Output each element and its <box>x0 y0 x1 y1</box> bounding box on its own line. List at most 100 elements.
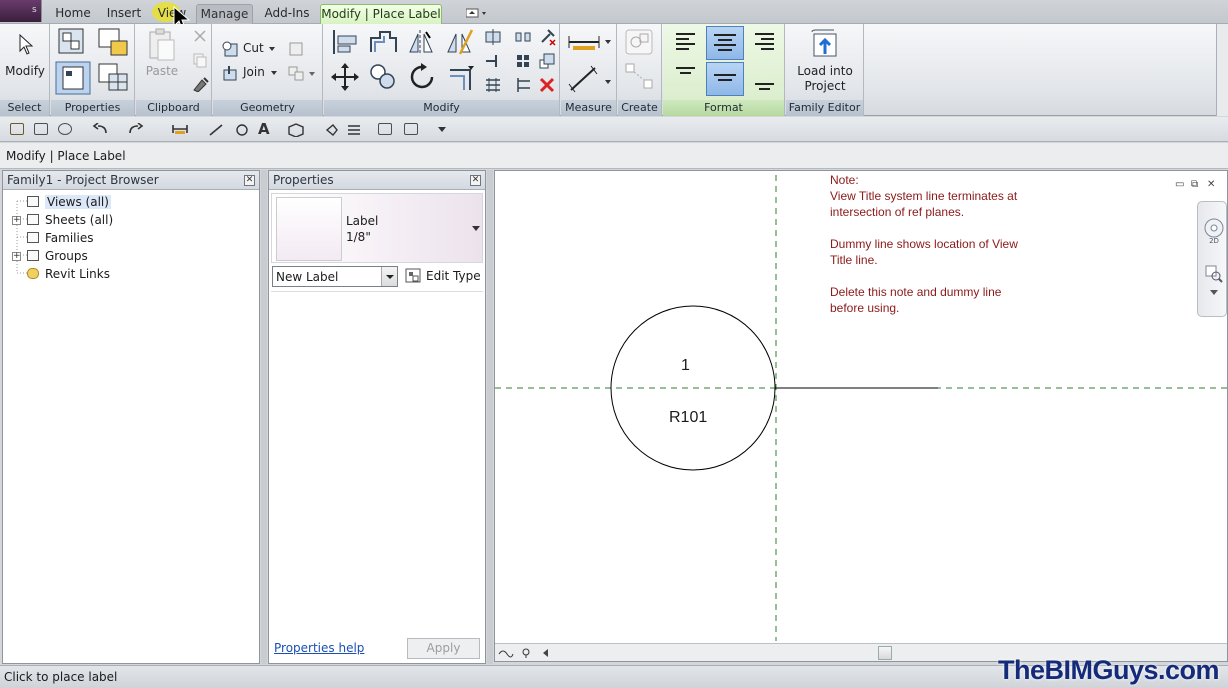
tab-home[interactable]: Home <box>52 4 94 24</box>
sun-path-icon[interactable] <box>521 647 531 659</box>
move-icon[interactable] <box>330 62 360 92</box>
load-into-project-icon[interactable] <box>810 28 842 60</box>
copy-element-icon[interactable] <box>368 62 398 92</box>
pane-splitter-2[interactable] <box>487 170 493 664</box>
steering-wheel-icon[interactable]: 2D <box>1202 216 1226 244</box>
rotate-icon[interactable] <box>408 62 438 92</box>
type-properties-icon[interactable] <box>57 27 89 57</box>
match-properties-icon[interactable] <box>192 76 210 92</box>
pin-icon[interactable] <box>514 52 532 70</box>
cut-scissors-icon[interactable] <box>192 28 208 44</box>
measure-qat-icon[interactable] <box>172 123 188 135</box>
tab-insert[interactable]: Insert <box>104 4 144 24</box>
properties-close-button[interactable]: ✕ <box>470 175 481 186</box>
split-element-icon[interactable] <box>484 28 502 46</box>
instance-filter-dropdown[interactable]: New Label <box>272 266 398 287</box>
scroll-left-arrow-icon[interactable] <box>543 649 549 657</box>
wall-joins-icon[interactable] <box>287 40 305 58</box>
tab-manage[interactable]: Manage <box>196 4 253 24</box>
detail-number-label[interactable]: 1 <box>681 357 690 375</box>
3d-view-qat-icon[interactable] <box>288 123 304 138</box>
split-gap-icon[interactable] <box>514 28 532 46</box>
apply-button[interactable]: Apply <box>407 638 480 659</box>
redo-icon[interactable] <box>128 122 144 135</box>
unpin-icon[interactable] <box>538 28 556 46</box>
zoom-dropdown-icon[interactable] <box>1210 290 1218 296</box>
pane-splitter[interactable] <box>261 170 267 664</box>
ribbon-minimize-toggle[interactable] <box>465 8 490 18</box>
join-geometry-icon[interactable] <box>221 64 239 82</box>
minimize-view-icon[interactable]: ▭ <box>1175 179 1184 190</box>
undo-icon[interactable] <box>92 122 107 135</box>
drawing-note[interactable]: Note: View Title system line terminates … <box>830 172 1018 316</box>
join-button[interactable]: Join <box>243 65 265 79</box>
mirror-draw-axis-icon[interactable] <box>444 28 474 56</box>
tree-item-families[interactable]: Families <box>27 229 93 247</box>
type-selector[interactable]: Label 1/8" <box>271 193 483 263</box>
paste-icon[interactable] <box>148 28 176 62</box>
cut-button[interactable]: Cut <box>243 41 264 55</box>
drawing-area[interactable]: 1 R101 Note: View Title system line term… <box>494 170 1228 662</box>
application-menu-button[interactable]: s <box>0 0 42 22</box>
align-top-icon[interactable] <box>673 64 699 88</box>
close-view-icon[interactable]: ✕ <box>1207 179 1215 190</box>
measure-between-references-icon[interactable] <box>567 64 611 94</box>
cut-dropdown-arrow-icon[interactable] <box>269 46 275 52</box>
project-browser-close-button[interactable]: ✕ <box>244 175 255 186</box>
restore-view-icon[interactable]: ⧉ <box>1191 179 1198 190</box>
create-group-icon[interactable] <box>624 28 656 58</box>
aligned-dimension-icon[interactable] <box>567 32 611 52</box>
modify-button[interactable]: Modify <box>0 64 50 78</box>
family-types-icon[interactable] <box>97 27 129 57</box>
create-similar-icon[interactable] <box>624 62 656 92</box>
properties-help-link[interactable]: Properties help <box>274 641 364 655</box>
tree-item-groups[interactable]: Groups <box>27 247 88 265</box>
copy-icon[interactable] <box>192 52 208 68</box>
ribbon-scroll-strip[interactable] <box>1216 24 1228 116</box>
align-bottom-icon[interactable] <box>751 64 777 94</box>
load-into-project-button[interactable]: Load into Project <box>786 64 864 94</box>
align-right-icon[interactable] <box>751 30 777 54</box>
tree-item-revit-links[interactable]: Revit Links <box>27 265 110 283</box>
mirror-pick-axis-icon[interactable] <box>406 28 436 56</box>
open-icon[interactable] <box>10 123 24 135</box>
tree-item-sheets[interactable]: Sheets (all) <box>27 211 113 229</box>
tag-qat-icon[interactable] <box>234 123 248 136</box>
trim-extend-single-icon[interactable] <box>484 52 502 70</box>
scale-icon[interactable] <box>538 52 556 70</box>
align-left-icon[interactable] <box>673 30 699 54</box>
switch-windows-icon[interactable] <box>404 123 418 135</box>
family-category-icon[interactable] <box>97 62 129 92</box>
tab-modify-place-label[interactable]: Modify | Place Label <box>320 4 442 24</box>
section-qat-icon[interactable] <box>324 123 338 136</box>
expand-sheets-toggle[interactable]: + <box>12 216 21 225</box>
trim-extend-multiple-icon[interactable] <box>514 76 532 94</box>
sync-icon[interactable] <box>58 123 72 135</box>
properties-toggle-icon[interactable] <box>55 61 91 95</box>
sheet-number-label[interactable]: R101 <box>669 409 707 427</box>
visual-style-icon[interactable] <box>497 646 515 660</box>
delete-icon[interactable] <box>538 76 556 94</box>
cut-geometry-icon[interactable] <box>221 40 239 58</box>
close-hidden-windows-icon[interactable] <box>378 123 392 135</box>
qat-customize-arrow-icon[interactable] <box>438 127 446 133</box>
expand-groups-toggle[interactable]: + <box>12 252 21 261</box>
split-face-icon[interactable] <box>287 64 317 82</box>
join-dropdown-arrow-icon[interactable] <box>271 70 277 76</box>
thin-lines-qat-icon[interactable] <box>346 123 360 135</box>
tree-item-views[interactable]: Views (all) <box>27 193 111 211</box>
aligned-dimension-qat-icon[interactable] <box>208 123 223 136</box>
horizontal-scroll-thumb[interactable] <box>878 646 892 660</box>
zoom-icon[interactable] <box>1204 264 1224 284</box>
text-qat-icon[interactable]: A <box>258 120 270 138</box>
align-center-button[interactable] <box>706 26 744 60</box>
paste-button[interactable]: Paste <box>144 64 180 78</box>
trim-extend-corner-icon[interactable] <box>446 62 476 92</box>
array-icon[interactable] <box>484 76 502 94</box>
save-icon[interactable] <box>34 123 48 135</box>
modify-arrow-icon[interactable] <box>18 34 34 56</box>
offset-icon[interactable] <box>368 28 398 56</box>
align-middle-button[interactable] <box>706 62 744 96</box>
tab-addins[interactable]: Add-Ins <box>260 4 314 24</box>
align-icon[interactable] <box>330 28 360 56</box>
